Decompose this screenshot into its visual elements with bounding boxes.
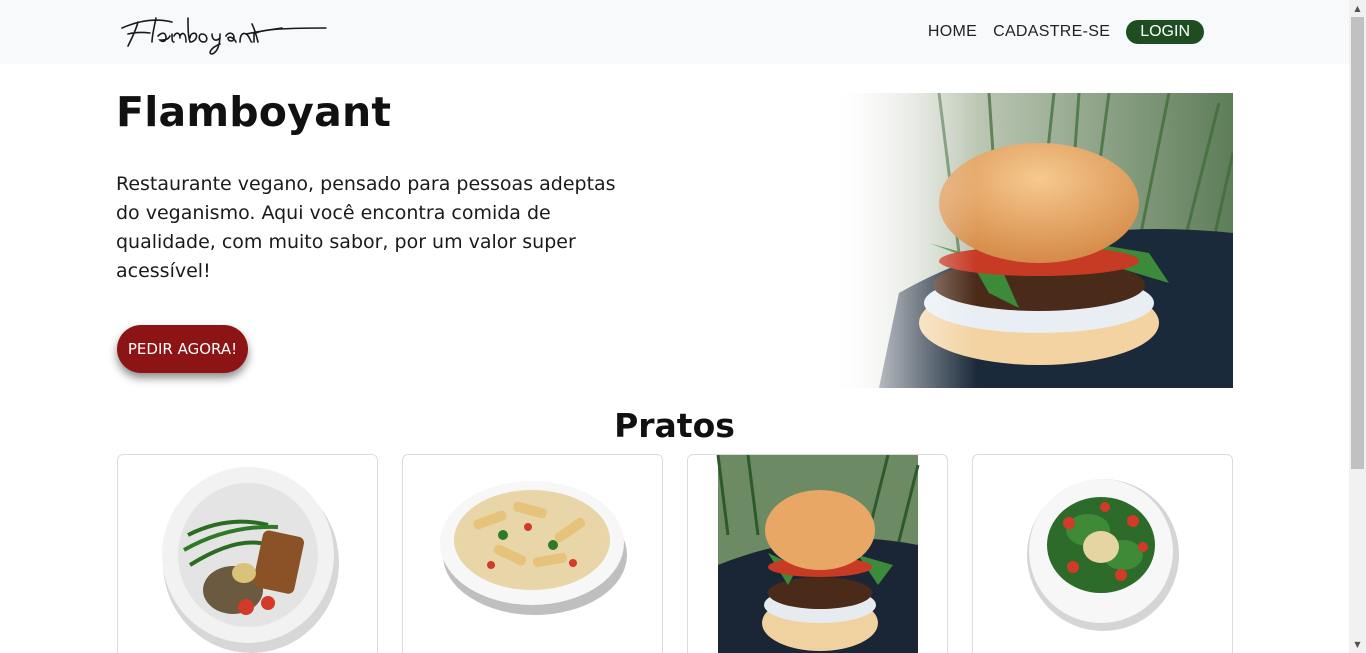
scrollbar-thumb[interactable] xyxy=(1351,17,1364,469)
navbar: HOME CADASTRE-SE LOGIN xyxy=(0,0,1349,64)
hero-description: Restaurante vegano, pensado para pessoas… xyxy=(116,173,616,282)
dish-image-pasta xyxy=(440,481,627,615)
dish-card[interactable] xyxy=(117,454,378,653)
hero-burger-image xyxy=(839,93,1233,388)
dish-image-salad xyxy=(1027,479,1179,631)
dish-card[interactable] xyxy=(687,454,948,653)
login-button[interactable]: LOGIN xyxy=(1126,20,1204,44)
dish-card[interactable] xyxy=(972,454,1233,653)
chevron-down-icon[interactable]: ▼ xyxy=(1349,636,1366,653)
order-now-button[interactable]: PEDIR AGORA! xyxy=(117,325,248,373)
dish-card[interactable] xyxy=(402,454,663,653)
hero-title: Flamboyant xyxy=(116,88,392,136)
chevron-up-icon[interactable]: ▲ xyxy=(1349,0,1366,17)
nav-link-cadastre[interactable]: CADASTRE-SE xyxy=(993,23,1110,41)
dish-image-burger xyxy=(716,455,920,653)
brand-logo[interactable] xyxy=(116,8,336,56)
dish-image-grilled-plate xyxy=(162,467,339,653)
vertical-scrollbar[interactable]: ▲ ▼ xyxy=(1349,0,1366,653)
nav-link-home[interactable]: HOME xyxy=(928,23,977,41)
nav-links: HOME CADASTRE-SE LOGIN xyxy=(928,20,1204,44)
section-title: Pratos xyxy=(614,406,735,445)
